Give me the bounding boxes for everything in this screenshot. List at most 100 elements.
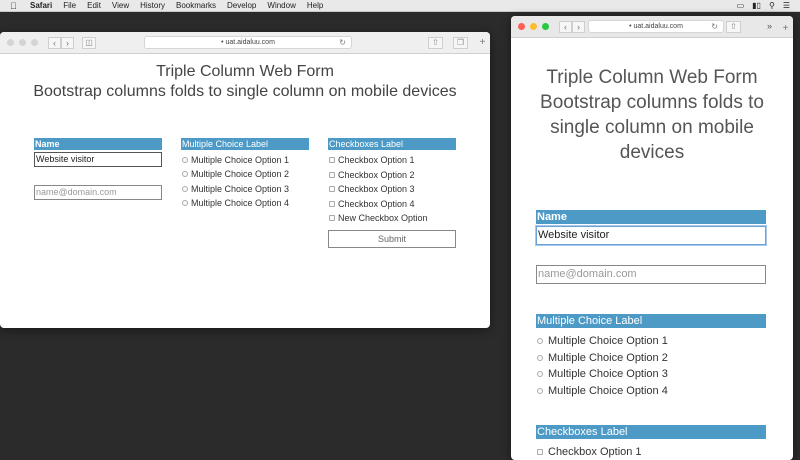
- multiple-choice-label: Multiple Choice Label: [536, 314, 766, 328]
- menu-bookmarks[interactable]: Bookmarks: [176, 1, 216, 10]
- page-title: Triple Column Web Form: [546, 67, 758, 88]
- reload-icon[interactable]: ↻: [711, 21, 718, 32]
- checkbox-option-label: Checkbox Option 1: [548, 446, 642, 458]
- checkbox-option-4[interactable]: Checkbox Option 4: [329, 198, 415, 210]
- share-icon[interactable]: ⇧: [428, 37, 443, 49]
- checkbox-option-5[interactable]: New Checkbox Option: [329, 212, 428, 224]
- email-input[interactable]: name@domain.com: [536, 265, 766, 284]
- page-subtitle-line-3: devices: [619, 142, 685, 163]
- multiple-choice-label: Multiple Choice Label: [181, 138, 309, 150]
- cast-icon[interactable]: ▭: [737, 1, 745, 10]
- mobile-browser-window: ‹ › • uat.aidaluu.com ↻ ⇧ » + Triple Col…: [511, 16, 793, 460]
- nav-buttons: ‹ ›: [559, 20, 585, 33]
- sidebar-icon[interactable]: ◫: [82, 36, 96, 49]
- tabs-icon[interactable]: ❐: [453, 37, 468, 49]
- checkbox-icon[interactable]: [329, 172, 335, 178]
- forward-icon[interactable]: ›: [572, 20, 585, 33]
- page-content: Triple Column Web Form Bootstrap columns…: [511, 38, 793, 460]
- address-bar[interactable]: • uat.aidaluu.com ↻: [144, 36, 352, 49]
- menu-window[interactable]: Window: [267, 1, 295, 10]
- zoom-icon[interactable]: [31, 39, 38, 46]
- radio-option-4[interactable]: Multiple Choice Option 4: [537, 384, 668, 398]
- menu-view[interactable]: View: [112, 1, 129, 10]
- desktop-browser-window: ‹ › ◫ • uat.aidaluu.com ↻ ⇧ ❐ + Triple C…: [0, 32, 490, 328]
- name-input[interactable]: Website visitor: [34, 152, 162, 167]
- more-tools-icon[interactable]: »: [767, 21, 772, 31]
- checkbox-icon[interactable]: [329, 201, 335, 207]
- radio-icon[interactable]: [182, 171, 188, 177]
- menu-develop[interactable]: Develop: [227, 1, 256, 10]
- back-icon[interactable]: ‹: [48, 36, 61, 49]
- radio-icon[interactable]: [537, 355, 543, 361]
- status-icons: ▭ ▮▯ ⚲ ☰: [737, 1, 800, 10]
- radio-icon[interactable]: [537, 371, 543, 377]
- radio-option-label: Multiple Choice Option 1: [191, 155, 290, 165]
- page-content: Triple Column Web Form Bootstrap columns…: [0, 54, 490, 328]
- new-tab-icon[interactable]: +: [477, 38, 488, 49]
- checkbox-option-3[interactable]: Checkbox Option 3: [329, 183, 415, 195]
- submit-button[interactable]: Submit: [328, 230, 456, 248]
- battery-icon[interactable]: ▮▯: [752, 1, 761, 10]
- nav-buttons: ‹ ›: [48, 36, 74, 49]
- radio-option-1[interactable]: Multiple Choice Option 1: [537, 334, 668, 348]
- minimize-icon[interactable]: [530, 23, 537, 30]
- window-controls: [518, 23, 549, 30]
- reload-icon[interactable]: ↻: [339, 37, 346, 48]
- checkbox-option-1[interactable]: Checkbox Option 1: [537, 445, 642, 459]
- page-subtitle-line-1: Bootstrap columns folds to: [540, 92, 764, 113]
- checkbox-option-2[interactable]: Checkbox Option 2: [329, 169, 415, 181]
- checkbox-option-label: New Checkbox Option: [338, 213, 428, 223]
- back-icon[interactable]: ‹: [559, 20, 572, 33]
- checkbox-option-label: Checkbox Option 1: [338, 155, 415, 165]
- address-bar[interactable]: • uat.aidaluu.com ↻: [588, 20, 724, 33]
- radio-option-2[interactable]: Multiple Choice Option 2: [537, 351, 668, 365]
- menu-history[interactable]: History: [140, 1, 165, 10]
- checkbox-option-label: Checkbox Option 2: [338, 170, 415, 180]
- page-subtitle-line-2: single column on mobile: [550, 117, 754, 138]
- close-icon[interactable]: [7, 39, 14, 46]
- window-controls: [7, 39, 38, 46]
- checkbox-option-label: Checkbox Option 3: [338, 184, 415, 194]
- radio-option-1[interactable]: Multiple Choice Option 1: [182, 154, 289, 166]
- radio-icon[interactable]: [182, 157, 188, 163]
- menu-app-safari[interactable]: Safari: [30, 1, 52, 10]
- radio-option-2[interactable]: Multiple Choice Option 2: [182, 168, 289, 180]
- checkbox-icon[interactable]: [329, 157, 335, 163]
- url-text: uat.aidaluu.com: [225, 39, 275, 46]
- list-icon[interactable]: ☰: [783, 1, 790, 10]
- search-icon[interactable]: ⚲: [769, 1, 775, 10]
- radio-option-label: Multiple Choice Option 1: [548, 335, 668, 347]
- menu-edit[interactable]: Edit: [87, 1, 101, 10]
- share-icon[interactable]: ⇧: [726, 21, 741, 33]
- radio-icon[interactable]: [537, 388, 543, 394]
- close-icon[interactable]: [518, 23, 525, 30]
- checkbox-option-1[interactable]: Checkbox Option 1: [329, 154, 415, 166]
- name-label: Name: [536, 210, 766, 224]
- radio-icon[interactable]: [182, 186, 188, 192]
- lock-icon: •: [221, 39, 224, 46]
- radio-option-label: Multiple Choice Option 4: [548, 385, 668, 397]
- radio-icon[interactable]: [182, 200, 188, 206]
- email-input[interactable]: name@domain.com: [34, 185, 162, 200]
- apple-menu-icon[interactable]: : [10, 1, 24, 11]
- checkbox-icon[interactable]: [329, 186, 335, 192]
- radio-option-3[interactable]: Multiple Choice Option 3: [537, 367, 668, 381]
- minimize-icon[interactable]: [19, 39, 26, 46]
- forward-icon[interactable]: ›: [61, 36, 74, 49]
- lock-icon: •: [629, 23, 632, 30]
- checkbox-icon[interactable]: [537, 449, 543, 455]
- page-subtitle: Bootstrap columns folds to single column…: [33, 83, 457, 100]
- radio-icon[interactable]: [537, 338, 543, 344]
- url-text: uat.aidaluu.com: [633, 23, 683, 30]
- radio-option-4[interactable]: Multiple Choice Option 4: [182, 197, 289, 209]
- zoom-icon[interactable]: [542, 23, 549, 30]
- menu-bar:  Safari File Edit View History Bookmark…: [0, 0, 800, 12]
- radio-option-label: Multiple Choice Option 2: [548, 352, 668, 364]
- checkbox-icon[interactable]: [329, 215, 335, 221]
- radio-option-label: Multiple Choice Option 3: [191, 184, 290, 194]
- name-input[interactable]: Website visitor: [536, 226, 766, 245]
- menu-file[interactable]: File: [63, 1, 76, 10]
- new-tab-icon[interactable]: +: [780, 24, 791, 35]
- menu-help[interactable]: Help: [307, 1, 323, 10]
- radio-option-3[interactable]: Multiple Choice Option 3: [182, 183, 289, 195]
